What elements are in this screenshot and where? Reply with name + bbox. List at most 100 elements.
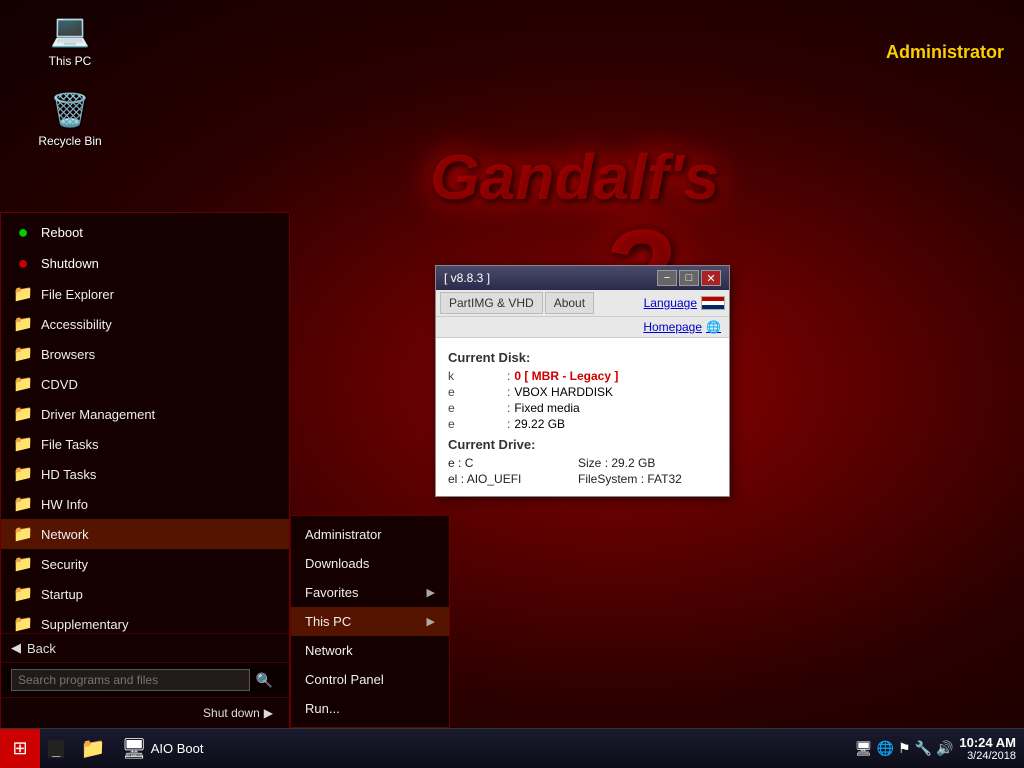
aio-boot-icon: 🖥	[121, 736, 146, 761]
taskbar-right: 🖥 🌐 ⚑ 🔧 🔊 10:24 AM 3/24/2018	[855, 735, 1024, 762]
submenu-item-favorites[interactable]: Favorites ▶	[291, 578, 449, 607]
info-close-button[interactable]: ✕	[701, 270, 721, 286]
accessibility-icon: 📁	[13, 314, 33, 334]
reboot-icon: ●	[13, 222, 33, 243]
language-button[interactable]: Language	[644, 296, 725, 310]
submenu-item-network[interactable]: Network	[291, 636, 449, 665]
menu-item-reboot[interactable]: ● Reboot	[1, 217, 289, 248]
submenu-item-run[interactable]: Run...	[291, 694, 449, 723]
menu-item-network[interactable]: 📁 Network	[1, 519, 289, 549]
disk-label-2: e	[448, 401, 503, 415]
file-tasks-icon: 📁	[13, 434, 33, 454]
menu-item-file-tasks[interactable]: 📁 File Tasks	[1, 429, 289, 459]
drive-col2-1: FileSystem : FAT32	[578, 472, 682, 486]
info-minimize-button[interactable]: −	[657, 270, 677, 286]
menu-item-browsers[interactable]: 📁 Browsers	[1, 339, 289, 369]
current-drive-title: Current Drive:	[448, 437, 717, 452]
submenu-panel: Administrator Downloads Favorites ▶ This…	[290, 515, 450, 728]
tray-flag-icon[interactable]: ⚑	[898, 740, 911, 757]
tray-monitor-icon[interactable]: 🖥	[855, 740, 873, 757]
menu-item-driver-management[interactable]: 📁 Driver Management	[1, 399, 289, 429]
desktop-icon-this-pc[interactable]: 💻 This PC	[30, 10, 110, 68]
info-window: [ v8.8.3 ] − □ ✕ PartIMG & VHD About Lan…	[435, 265, 730, 497]
info-menu-bar: PartIMG & VHD About Language	[436, 290, 729, 317]
this-pc-icon: 💻	[50, 10, 90, 50]
info-menu-partimg[interactable]: PartIMG & VHD	[440, 292, 543, 314]
info-menu-about[interactable]: About	[545, 292, 594, 314]
shutdown-arrow-icon: ▶	[264, 706, 273, 720]
this-pc-sub-label: This PC	[305, 614, 351, 629]
startup-label: Startup	[41, 587, 83, 602]
info-title-buttons: − □ ✕	[657, 270, 721, 286]
supplementary-icon: 📁	[13, 614, 33, 633]
menu-item-file-explorer[interactable]: 📁 File Explorer	[1, 279, 289, 309]
cdvd-icon: 📁	[13, 374, 33, 394]
hw-info-label: HW Info	[41, 497, 88, 512]
search-input[interactable]	[11, 669, 250, 691]
back-button[interactable]: ◀ Back	[1, 633, 289, 662]
aio-boot-label: AIO Boot	[151, 741, 204, 756]
administrator-label: Administrator	[305, 527, 382, 542]
favorites-label: Favorites	[305, 585, 358, 600]
network-icon: 📁	[13, 524, 33, 544]
startup-icon: 📁	[13, 584, 33, 604]
desktop-icon-recycle-bin[interactable]: 🗑️ Recycle Bin	[30, 90, 110, 148]
drive-col1-0: e : C	[448, 456, 578, 470]
menu-item-shutdown[interactable]: ● Shutdown	[1, 248, 289, 279]
browsers-label: Browsers	[41, 347, 95, 362]
taskbar-cmd[interactable]: _	[40, 729, 72, 768]
menu-item-hd-tasks[interactable]: 📁 HD Tasks	[1, 459, 289, 489]
flag-icon	[701, 296, 725, 310]
submenu-item-control-panel[interactable]: Control Panel	[291, 665, 449, 694]
clock[interactable]: 10:24 AM 3/24/2018	[959, 735, 1016, 762]
submenu-item-downloads[interactable]: Downloads	[291, 549, 449, 578]
file-explorer-icon: 📁	[13, 284, 33, 304]
menu-item-accessibility[interactable]: 📁 Accessibility	[1, 309, 289, 339]
submenu-item-this-pc[interactable]: This PC ▶	[291, 607, 449, 636]
taskbar: ⊞ _ 📁 🖥 AIO Boot 🖥 🌐 ⚑ 🔧 🔊 10:24 AM 3/24…	[0, 728, 1024, 768]
search-bar: 🔍	[1, 662, 289, 697]
homepage-link[interactable]: Homepage 🌐	[643, 320, 721, 334]
shutdown-area: Shut down ▶	[1, 697, 289, 728]
disk-row-3: e : 29.22 GB	[448, 417, 717, 431]
tray-icons: 🖥 🌐 ⚑ 🔧 🔊	[855, 740, 954, 757]
disk-label-3: e	[448, 417, 503, 431]
taskbar-explorer[interactable]: 📁	[72, 729, 113, 768]
explorer-icon: 📁	[80, 736, 105, 761]
shutdown-button[interactable]: Shut down ▶	[197, 703, 279, 723]
back-label: Back	[27, 641, 56, 656]
hd-tasks-icon: 📁	[13, 464, 33, 484]
drive-label-e0: e	[448, 456, 455, 470]
start-button[interactable]: ⊞	[0, 729, 40, 768]
cmd-icon: _	[48, 740, 64, 758]
recycle-bin-label: Recycle Bin	[38, 134, 101, 148]
security-label: Security	[41, 557, 88, 572]
tray-volume-icon[interactable]: 🔊	[936, 740, 953, 757]
browsers-icon: 📁	[13, 344, 33, 364]
disk-value-1: VBOX HARDDISK	[514, 385, 613, 399]
taskbar-aio-boot[interactable]: 🖥 AIO Boot	[113, 729, 211, 768]
info-maximize-button[interactable]: □	[679, 270, 699, 286]
search-button[interactable]: 🔍	[250, 670, 279, 691]
cdvd-label: CDVD	[41, 377, 78, 392]
drive-value-el1: AIO_UEFI	[467, 472, 522, 486]
filesystem-value: FAT32	[647, 472, 681, 486]
control-panel-label: Control Panel	[305, 672, 384, 687]
menu-item-cdvd[interactable]: 📁 CDVD	[1, 369, 289, 399]
disk-row-1: e : VBOX HARDDISK	[448, 385, 717, 399]
info-body: Current Disk: k : 0 [ MBR - Legacy ] e :…	[436, 338, 729, 496]
menu-item-security[interactable]: 📁 Security	[1, 549, 289, 579]
submenu-item-administrator[interactable]: Administrator	[291, 520, 449, 549]
menu-item-startup[interactable]: 📁 Startup	[1, 579, 289, 609]
drive-col1-1: el : AIO_UEFI	[448, 472, 578, 486]
admin-label: Administrator	[886, 42, 1004, 63]
drive-row-1: el : AIO_UEFI FileSystem : FAT32	[448, 472, 717, 486]
menu-item-supplementary[interactable]: 📁 Supplementary	[1, 609, 289, 633]
run-label: Run...	[305, 701, 340, 716]
drive-value-e0: C	[465, 456, 474, 470]
menu-item-hw-info[interactable]: 📁 HW Info	[1, 489, 289, 519]
gandalf-watermark: Gandalf's	[430, 140, 719, 214]
driver-management-label: Driver Management	[41, 407, 155, 422]
tray-network-icon[interactable]: 🌐	[877, 740, 894, 757]
tray-unknown-icon[interactable]: 🔧	[915, 740, 932, 757]
